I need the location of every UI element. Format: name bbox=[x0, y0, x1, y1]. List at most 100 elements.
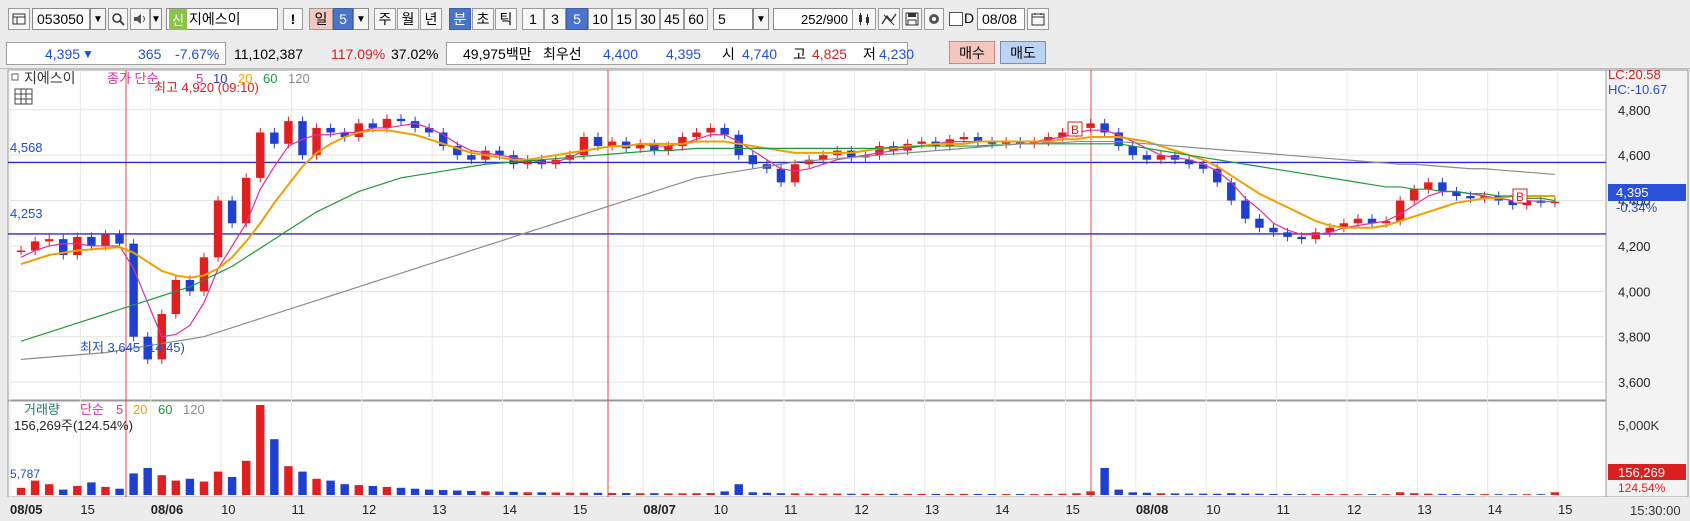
table-icon[interactable] bbox=[14, 88, 33, 105]
search-icon[interactable] bbox=[108, 8, 128, 30]
drawing-tool-icon[interactable] bbox=[878, 8, 900, 30]
x-tick-label: 13 bbox=[432, 502, 446, 517]
volume-bar bbox=[1480, 494, 1489, 495]
stock-code-input[interactable]: 053050 bbox=[32, 8, 90, 30]
volume-bar bbox=[748, 492, 758, 495]
interval-30[interactable]: 30 bbox=[636, 8, 660, 30]
period-day-button[interactable]: 일 bbox=[309, 8, 333, 30]
volume-bar bbox=[987, 494, 997, 495]
volume-bar bbox=[959, 493, 969, 495]
x-axis-panel bbox=[0, 497, 1690, 521]
candle-body bbox=[650, 143, 659, 151]
price-panel bbox=[7, 69, 1607, 401]
candle-body bbox=[368, 123, 378, 128]
x-tick-label: 08/05 bbox=[10, 502, 43, 517]
speaker-dropdown-icon[interactable]: ▼ bbox=[150, 8, 162, 30]
layout-icon[interactable] bbox=[8, 8, 30, 30]
week-button[interactable]: 주 bbox=[374, 8, 396, 30]
speaker-icon[interactable] bbox=[130, 8, 150, 30]
interval-60[interactable]: 60 bbox=[684, 8, 708, 30]
volume-bar bbox=[312, 478, 321, 495]
candle-body bbox=[1466, 196, 1475, 199]
x-tick-label: 15 bbox=[573, 502, 587, 517]
volume-bar bbox=[1241, 493, 1250, 495]
date-checkbox[interactable] bbox=[949, 12, 963, 26]
volume-bar bbox=[523, 492, 532, 495]
interval-3[interactable]: 3 bbox=[544, 8, 566, 30]
settings-gear-icon[interactable] bbox=[924, 8, 944, 30]
tick-button[interactable]: 틱 bbox=[495, 8, 517, 30]
interval-select[interactable]: 5 bbox=[713, 8, 753, 30]
best-bid: 4,395 bbox=[666, 45, 702, 62]
count-value: 252 bbox=[800, 11, 823, 27]
volume-ma-legend-item: 120 bbox=[183, 402, 205, 417]
candle-body bbox=[171, 279, 181, 315]
candle-body bbox=[945, 139, 955, 147]
date-field[interactable]: 08/08 bbox=[977, 8, 1025, 30]
candle-body bbox=[213, 200, 223, 258]
calendar-icon[interactable] bbox=[1027, 8, 1049, 30]
interval-dropdown-icon[interactable]: ▼ bbox=[753, 8, 769, 30]
interval-5[interactable]: 5 bbox=[566, 8, 588, 30]
stock-name: 지에스이 bbox=[188, 11, 241, 27]
volume-ma-value: 5,787 bbox=[10, 467, 40, 481]
volume-bar bbox=[790, 493, 800, 495]
year-button[interactable]: 년 bbox=[420, 8, 442, 30]
volume-bar bbox=[847, 493, 856, 495]
candle-body bbox=[692, 132, 701, 138]
interval-10[interactable]: 10 bbox=[588, 8, 612, 30]
interval-1[interactable]: 1 bbox=[522, 8, 544, 30]
candle-body bbox=[1255, 218, 1264, 228]
volume-bar bbox=[16, 487, 26, 495]
last-percent-label: -0.34% bbox=[1616, 200, 1658, 215]
volume-bar bbox=[1550, 492, 1560, 495]
candle-body bbox=[424, 127, 434, 133]
volume-bar bbox=[1311, 494, 1320, 495]
volume-info: 156,269주(124.54%) bbox=[14, 418, 133, 433]
save-icon[interactable] bbox=[902, 8, 922, 30]
volume-bar bbox=[931, 493, 940, 495]
low-marker: 최저 3,645 (14:45) bbox=[80, 340, 185, 355]
alert-button[interactable]: ! bbox=[283, 8, 303, 30]
interval-15[interactable]: 15 bbox=[612, 8, 636, 30]
count-field[interactable]: 252/900 bbox=[773, 8, 853, 30]
volume-ma-legend-item: 20 bbox=[133, 402, 147, 417]
minute-button[interactable]: 분 bbox=[449, 8, 471, 30]
interval-45[interactable]: 45 bbox=[660, 8, 684, 30]
volume-bar bbox=[1044, 493, 1053, 495]
volume-bar bbox=[1452, 494, 1461, 495]
stock-chart[interactable]: 4,8004,6004,4004,2004,0003,8003,600 08/0… bbox=[0, 68, 1690, 521]
volume-value: 11,102,387 bbox=[234, 45, 304, 62]
sell-button[interactable]: 매도 bbox=[1000, 41, 1046, 64]
candle-body bbox=[256, 132, 265, 178]
period-dropdown-icon[interactable]: ▼ bbox=[353, 8, 369, 30]
x-tick-label: 15 bbox=[80, 502, 94, 517]
volume-bar bbox=[1128, 492, 1138, 495]
buy-signal-text-2: B bbox=[1516, 190, 1524, 204]
candle-body bbox=[1297, 236, 1306, 240]
high-marker: 최고 4,920 (09:10) bbox=[154, 80, 259, 95]
candle-body bbox=[1395, 200, 1405, 221]
volume-ma-legend-item: 60 bbox=[158, 402, 172, 417]
code-dropdown-icon[interactable]: ▼ bbox=[90, 8, 106, 30]
candle-type-icon[interactable] bbox=[852, 8, 876, 30]
candle-body bbox=[284, 121, 293, 144]
volume-bar bbox=[565, 492, 575, 495]
volume-bar bbox=[1466, 494, 1475, 495]
volume-bar bbox=[199, 481, 209, 495]
volume-bar bbox=[270, 439, 279, 495]
volume-bar bbox=[917, 493, 926, 495]
candle-body bbox=[1269, 227, 1278, 233]
second-button[interactable]: 초 bbox=[472, 8, 494, 30]
stock-name-field[interactable]: 신 지에스이 bbox=[166, 8, 278, 30]
buy-button[interactable]: 매수 bbox=[949, 41, 995, 64]
volume-bar bbox=[467, 490, 476, 495]
volume-bar bbox=[1001, 494, 1011, 495]
y-tick-label: 4,200 bbox=[1618, 239, 1651, 254]
volume-bar bbox=[762, 492, 772, 495]
volume-bar bbox=[734, 484, 743, 495]
best-label: 최우선 bbox=[543, 45, 582, 62]
volume-bar bbox=[621, 493, 631, 495]
period-day-count[interactable]: 5 bbox=[333, 8, 353, 30]
month-button[interactable]: 월 bbox=[397, 8, 419, 30]
